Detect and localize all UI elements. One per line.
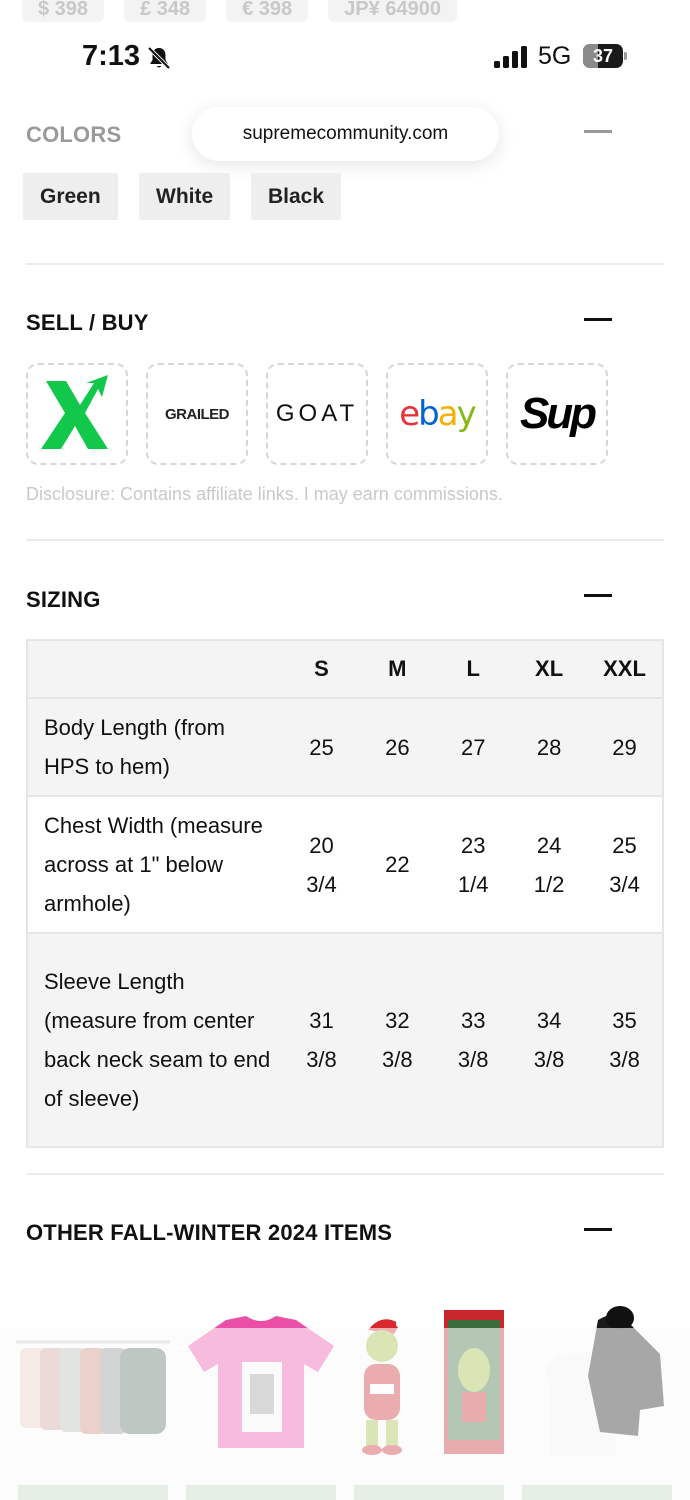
collapse-other-items-icon[interactable]: [584, 1228, 612, 1231]
price-usd: $ 398: [22, 0, 105, 22]
measurement-value: 24 1/2: [511, 795, 588, 934]
sell-buy-section-title: SELL / BUY: [26, 310, 149, 335]
measurement-value: 32 3/8: [359, 932, 436, 1148]
sizing-header-row: S M L XL XXL: [26, 639, 664, 699]
retailer-stockx[interactable]: [26, 363, 128, 465]
retailer-grailed[interactable]: GRAILED: [146, 363, 248, 465]
goat-logo: GOAT: [275, 400, 359, 427]
divider: [26, 539, 664, 541]
measurement-value: 25 3/4: [587, 795, 664, 934]
colors-section-title: COLORS: [26, 122, 122, 147]
carousel-fade-overlay: [0, 1328, 690, 1500]
price-chips: $ 398 £ 348 € 398 JP¥ 64900: [22, 0, 690, 22]
color-option-white[interactable]: White: [139, 173, 231, 220]
battery-percent: 37: [592, 46, 614, 66]
measurement-value: 23 1/4: [435, 795, 512, 934]
size-header-xl: XL: [511, 639, 588, 699]
measurement-value: 25: [283, 697, 360, 797]
supreme-logo: Sup: [519, 389, 597, 438]
ebay-letter: a: [437, 394, 459, 434]
sizing-section-title: SIZING: [26, 587, 101, 612]
collapse-sizing-icon[interactable]: [584, 594, 612, 597]
color-option-green[interactable]: Green: [23, 173, 118, 220]
measurement-value: 34 3/8: [511, 932, 588, 1148]
measurement-label: Sleeve Length (measure from center back …: [26, 932, 284, 1148]
cellular-signal-icon: [494, 46, 527, 68]
size-header-xxl: XXL: [587, 639, 664, 699]
status-bar: 7:13 5G 37: [0, 30, 690, 84]
measurement-value: 35 3/8: [587, 932, 664, 1148]
price-gbp: £ 348: [124, 0, 207, 22]
bell-slash-icon: [147, 46, 171, 70]
table-row: Chest Width (measure across at 1" below …: [26, 795, 664, 934]
measurement-label: Body Length (from HPS to hem): [26, 697, 284, 797]
item-card[interactable]: [18, 1485, 168, 1500]
item-card[interactable]: [186, 1485, 336, 1500]
price-jpy: JP¥ 64900: [328, 0, 457, 22]
item-card[interactable]: [354, 1485, 504, 1500]
stockx-logo-icon: [41, 375, 108, 449]
color-option-black[interactable]: Black: [251, 173, 342, 220]
address-bar[interactable]: supremecommunity.com: [192, 107, 499, 161]
status-time: 7:13: [82, 40, 141, 72]
collapse-sell-buy-icon[interactable]: [584, 318, 612, 321]
ebay-letter: y: [456, 394, 477, 434]
measurement-label: Chest Width (measure across at 1" below …: [26, 795, 284, 934]
battery-indicator: 37: [583, 44, 627, 68]
ebay-logo: ebay: [399, 394, 477, 434]
divider: [26, 263, 664, 265]
size-header-l: L: [435, 639, 512, 699]
battery-tip: [624, 52, 627, 60]
measurement-value: 28: [511, 697, 588, 797]
divider: [26, 1173, 664, 1175]
affiliate-disclosure: Disclosure: Contains affiliate links. I …: [26, 484, 503, 504]
retailer-supreme[interactable]: Sup: [506, 363, 608, 465]
sizing-table: S M L XL XXL Body Length (from HPS to he…: [26, 639, 664, 1148]
ebay-letter: b: [418, 394, 440, 434]
measurement-value: 33 3/8: [435, 932, 512, 1148]
measurement-value: 27: [435, 697, 512, 797]
measurement-value: 29: [587, 697, 664, 797]
item-card[interactable]: [522, 1485, 672, 1500]
measurement-value: 22: [359, 795, 436, 934]
sizing-header-empty: [26, 639, 284, 699]
grailed-logo: GRAILED: [165, 405, 230, 423]
measurement-value: 26: [359, 697, 436, 797]
network-type: 5G: [538, 42, 572, 70]
battery-body: 37: [583, 44, 623, 68]
measurement-value: 31 3/8: [283, 932, 360, 1148]
table-row: Sleeve Length (measure from center back …: [26, 932, 664, 1148]
price-eur: € 398: [226, 0, 309, 22]
size-header-s: S: [283, 639, 360, 699]
ebay-letter: e: [399, 394, 420, 434]
collapse-colors-icon[interactable]: [584, 130, 612, 133]
other-items-section-title: OTHER FALL-WINTER 2024 ITEMS: [26, 1220, 393, 1245]
size-header-m: M: [359, 639, 436, 699]
retailer-ebay[interactable]: ebay: [386, 363, 488, 465]
measurement-value: 20 3/4: [283, 795, 360, 934]
table-row: Body Length (from HPS to hem) 25 26 27 2…: [26, 697, 664, 797]
retailer-goat[interactable]: GOAT: [266, 363, 368, 465]
